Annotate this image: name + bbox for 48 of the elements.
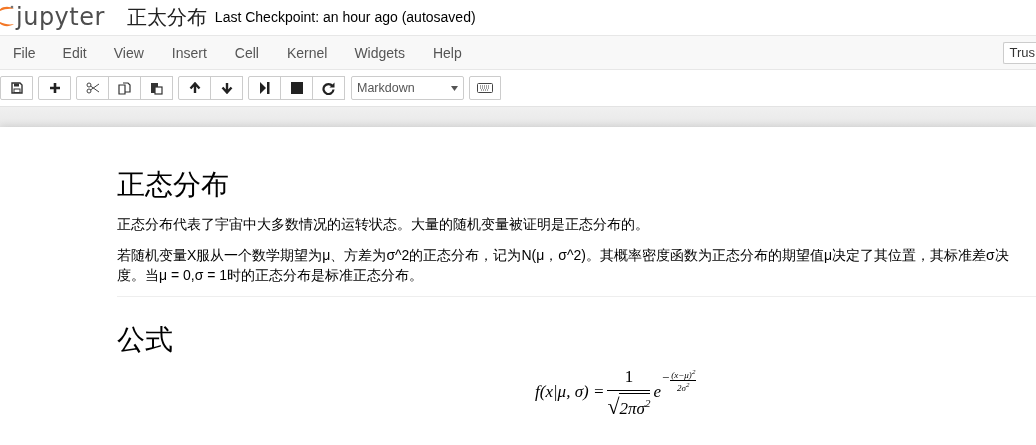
arrow-up-icon [188, 82, 201, 94]
menu-item[interactable]: Edit [35, 44, 87, 61]
menu-item[interactable]: View [86, 44, 144, 61]
restart-icon [322, 81, 335, 95]
notebook-title[interactable]: 正太分布 [126, 3, 207, 31]
formula-lhs: f(x|μ, σ) = [535, 382, 605, 403]
paragraph: 正态分布代表了宇宙中大多数情况的运转状态。大量的随机变量被证明是正态分布的。 [117, 215, 650, 234]
menu-item[interactable]: Widgets [327, 44, 405, 61]
keyboard-icon [477, 83, 493, 93]
cell-type-dropdown[interactable]: Markdown [351, 76, 464, 100]
menu-item[interactable]: Help [404, 44, 462, 61]
menu-item[interactable]: Insert [143, 44, 207, 61]
menu-item[interactable]: File [0, 44, 36, 61]
interrupt-button[interactable] [280, 76, 313, 100]
exponent-denominator: 2σ$^{2}$ [676, 381, 691, 394]
stop-icon [290, 82, 303, 94]
heading: 正态分布 [117, 168, 230, 202]
logo-text: jupyter [16, 3, 105, 31]
menu-item[interactable]: Cell [206, 44, 259, 61]
paste-button[interactable] [140, 76, 173, 100]
exponent-numerator: (x−μ)$^{2}$ [670, 368, 697, 382]
formula-radicand: 2πσ$^{2}$ [619, 393, 651, 418]
formula-numerator: 1 [607, 367, 651, 391]
cut-button[interactable] [76, 76, 109, 100]
insert-cell-button[interactable] [38, 76, 71, 100]
move-up-button[interactable] [178, 76, 211, 100]
heading: 公式 [117, 323, 174, 357]
checkpoint-status: Last Checkpoint: an hour ago (autosaved) [214, 9, 476, 25]
copy-button[interactable] [108, 76, 141, 100]
save-button[interactable] [0, 76, 33, 100]
trust-button[interactable]: Trus [1003, 41, 1036, 64]
copy-icon [118, 81, 131, 95]
restart-button[interactable] [312, 76, 345, 100]
square-root-sign: √ [607, 395, 620, 418]
move-down-button[interactable] [210, 76, 243, 100]
step-forward-icon [259, 82, 270, 94]
menu-item[interactable]: Kernel [258, 44, 328, 61]
run-button[interactable] [248, 76, 281, 100]
paragraph: 若随机变量X服从一个数学期望为μ、方差为σ^2的正态分布，记为N(μ，σ^2)。其概率密度函数为正态分布的期望值μ决定了其位置，其标准差σ决 度。当μ = 0,σ = 1时的正态分布是标准正态分布。 [117, 246, 1010, 285]
keyboard-shortcuts-button[interactable] [469, 76, 501, 100]
plus-icon [48, 82, 61, 94]
scissors-icon [85, 82, 100, 94]
save-icon [10, 82, 23, 94]
minus-sign: − [661, 370, 670, 387]
caret-icon [451, 85, 458, 91]
paste-icon [150, 81, 163, 95]
arrow-down-icon [220, 82, 233, 94]
formula-base: e [653, 382, 661, 403]
